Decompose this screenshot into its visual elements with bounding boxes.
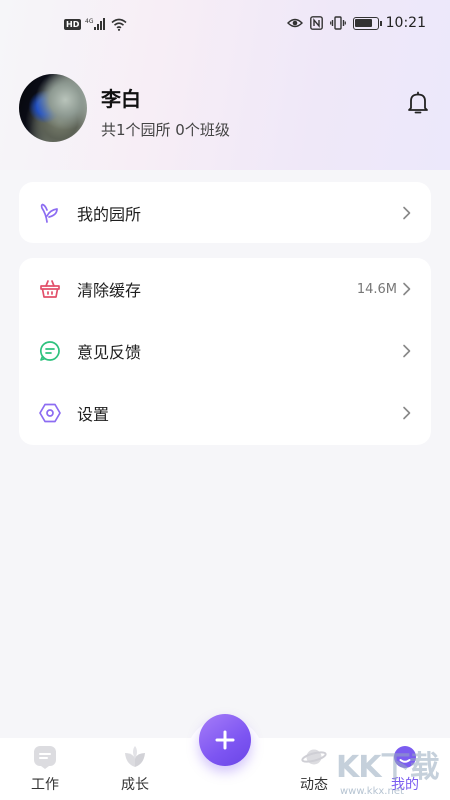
sprout-icon	[40, 203, 58, 223]
cellular-signal-icon: 4G	[85, 18, 106, 30]
eye-icon	[286, 18, 303, 28]
menu-item-label: 我的园所	[77, 205, 142, 224]
svg-text:4G: 4G	[85, 18, 94, 25]
chevron-right-icon	[403, 282, 411, 296]
status-bar: HD 4G 10:21	[0, 0, 450, 52]
chevron-right-icon	[403, 406, 411, 420]
menu-item-my-kindergarten[interactable]: 我的园所	[19, 182, 431, 244]
planet-icon	[301, 749, 327, 765]
settings-card: 清除缓存 14.6M 意见反馈 设置	[19, 258, 431, 445]
nfc-icon	[309, 16, 323, 30]
wifi-icon	[111, 18, 127, 31]
tab-moments[interactable]: 动态	[284, 744, 344, 794]
network-indicators: HD 4G	[64, 17, 127, 31]
work-icon	[34, 746, 56, 769]
battery-icon	[352, 16, 382, 30]
status-time: 10:21	[385, 15, 426, 31]
add-button[interactable]	[199, 714, 251, 766]
tab-label: 工作	[31, 777, 59, 793]
cache-size: 14.6M	[356, 281, 397, 297]
chevron-right-icon	[403, 344, 411, 358]
menu-item-label: 设置	[77, 405, 110, 424]
avatar[interactable]	[19, 74, 87, 142]
menu-item-clear-cache[interactable]: 清除缓存 14.6M	[19, 258, 431, 320]
user-name: 李白	[101, 87, 141, 111]
watermark-url: www.kkx.net	[340, 786, 404, 797]
chevron-right-icon	[403, 206, 411, 220]
leaf-icon	[125, 746, 145, 767]
feedback-icon	[39, 341, 60, 361]
watermark: KK下载	[336, 750, 439, 785]
kindergarten-card: 我的园所	[19, 182, 431, 243]
settings-hexagon-icon	[39, 403, 61, 423]
basket-icon	[40, 280, 60, 298]
menu-item-label: 意见反馈	[77, 343, 142, 362]
user-summary: 共1个园所 0个班级	[101, 121, 230, 139]
tab-growth[interactable]: 成长	[105, 744, 165, 794]
plus-icon	[215, 730, 235, 750]
tab-label: 动态	[300, 777, 328, 793]
menu-item-settings[interactable]: 设置	[19, 382, 431, 444]
menu-item-label: 清除缓存	[77, 281, 142, 300]
hd-badge: HD	[64, 18, 82, 30]
tab-work[interactable]: 工作	[15, 744, 75, 794]
vibrate-icon	[329, 16, 346, 30]
tab-label: 成长	[121, 777, 149, 793]
menu-item-feedback[interactable]: 意见反馈	[19, 320, 431, 382]
notification-bell-icon[interactable]	[405, 90, 431, 116]
system-indicators: 10:21	[286, 15, 426, 31]
